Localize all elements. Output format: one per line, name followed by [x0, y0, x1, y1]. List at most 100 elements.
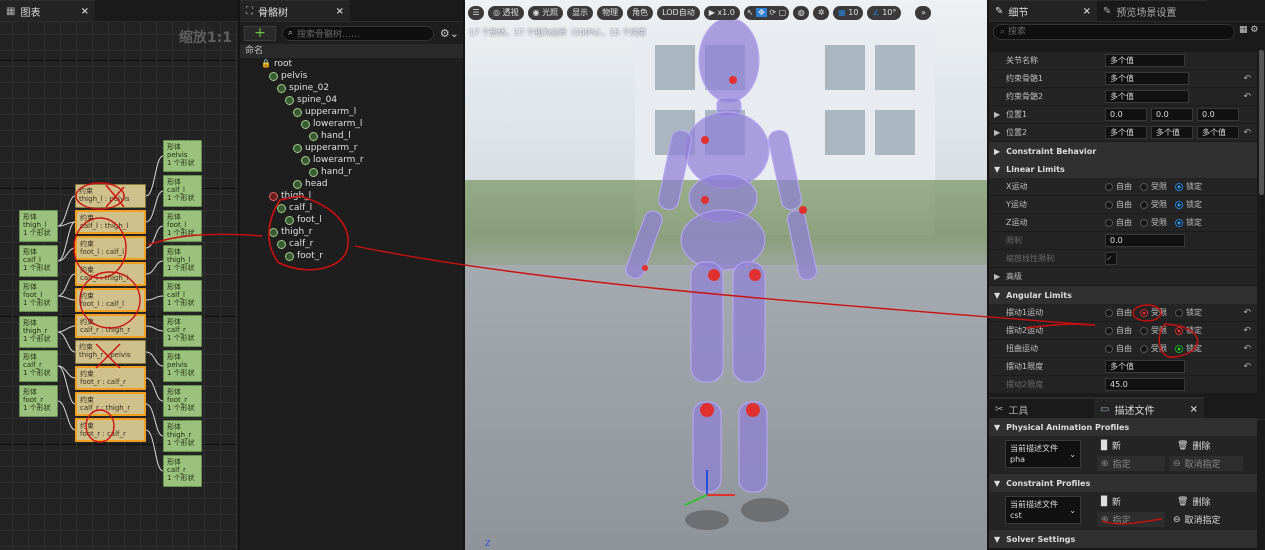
play-speed-button[interactable]: ▶ x1.0 [703, 6, 740, 20]
snap-surface-icon[interactable]: ✲ [813, 6, 830, 20]
new-phys-button[interactable]: ▉ 新 [1101, 438, 1121, 453]
radio-option[interactable]: 受限 [1140, 181, 1167, 192]
phys-profile-dropdown[interactable]: 当前描述文件 pha ⌄ [1005, 440, 1081, 468]
section-linear-limits[interactable]: ▼ Linear Limits [989, 160, 1257, 178]
section-physical-animation-profiles[interactable]: ▼ Physical Animation Profiles [989, 418, 1257, 436]
close-icon[interactable]: × [1083, 6, 1091, 17]
assign-phys-button[interactable]: ⊕ 指定 [1097, 456, 1165, 471]
body-node[interactable]: 形体 calf_l 1 个形状 [163, 175, 202, 207]
reset-icon[interactable]: ↶ [1243, 92, 1251, 102]
viewport-menu-icon[interactable]: ☰ [468, 6, 484, 20]
character-mannequin[interactable] [465, 0, 987, 550]
body-node[interactable]: 形体 calf_l 1 个形状 [163, 280, 202, 312]
pos2-y[interactable]: 多个值 [1151, 126, 1193, 139]
bone1-field[interactable]: 多个值 [1105, 72, 1189, 85]
pos1-x[interactable]: 0.0 [1105, 108, 1147, 121]
body-node[interactable]: 形体 pelvis 1 个形状 [163, 350, 202, 382]
section-angular-limits[interactable]: ▼ Angular Limits [989, 286, 1257, 304]
row-advanced[interactable]: ▶ 高级 [989, 268, 1257, 286]
radio-option[interactable]: 锁定 [1175, 181, 1202, 192]
radio-option[interactable]: 锁定 [1175, 199, 1202, 210]
constraint-node[interactable]: 约束 foot_r : calf_r [75, 366, 146, 390]
radio-option[interactable]: 锁定 [1175, 325, 1202, 336]
close-icon[interactable]: × [1190, 404, 1198, 415]
radio-option[interactable]: 自由 [1105, 343, 1132, 354]
radio-option[interactable]: 自由 [1105, 217, 1132, 228]
reset-icon[interactable]: ↶ [1243, 308, 1251, 318]
rotation-snap-button[interactable]: ∠ 10° [867, 6, 902, 20]
radio-option[interactable]: 受限 [1140, 343, 1167, 354]
reset-icon[interactable]: ↶ [1243, 326, 1251, 336]
details-scrollbar[interactable] [1259, 50, 1264, 195]
body-node[interactable]: 形体 foot_r 1 个形状 [163, 385, 202, 417]
section-constraint-profiles[interactable]: ▼ Constraint Profiles [989, 474, 1257, 492]
section-solver-settings[interactable]: ▼ Solver Settings [989, 530, 1257, 548]
pos2-x[interactable]: 多个值 [1105, 126, 1147, 139]
radio-option[interactable]: 自由 [1105, 307, 1132, 318]
unassign-phys-button[interactable]: ⊖ 取消指定 [1169, 456, 1243, 471]
body-node[interactable]: 形体 foot_l 1 个形状 [163, 210, 202, 242]
cons-profile-dropdown[interactable]: 当前描述文件 cst ⌄ [1005, 496, 1081, 524]
bone2-field[interactable]: 多个值 [1105, 90, 1189, 103]
body-node[interactable]: 形体 calf_r 1 个形状 [163, 315, 202, 347]
new-cons-button[interactable]: ▉ 新 [1101, 494, 1121, 509]
lod-button[interactable]: LOD自动 [657, 6, 700, 20]
radio-option[interactable]: 受限 [1140, 307, 1167, 318]
viewport-panel[interactable]: ☰ ◎ 透视 ◉ 光照 显示 物理 角色 LOD自动 ▶ x1.0 ↖ ✥ ⟳ … [465, 0, 987, 550]
constraint-node[interactable]: 约束 calf_r : thigh_r [75, 392, 146, 416]
details-search-input[interactable]: ⌕ 搜索 [993, 24, 1235, 40]
body-node[interactable]: 形体 thigh_l 1 个形状 [163, 245, 202, 277]
expand-arrow-icon[interactable]: ▶ [994, 128, 1000, 137]
constraint-node[interactable]: 约束 foot_r : calf_r [75, 418, 146, 442]
body-node[interactable]: 形体 thigh_l 1 个形状 [19, 210, 58, 242]
constraint-node[interactable]: 约束 calf_l : thigh_l [75, 262, 146, 286]
body-node[interactable]: 形体 calf_r 1 个形状 [19, 350, 58, 382]
constraint-node[interactable]: 约束 calf_l : thigh_l [75, 210, 146, 234]
radio-option[interactable]: 受限 [1140, 199, 1167, 210]
tab-profiles[interactable]: ▭ 描述文件 × [1094, 397, 1204, 419]
swing1-limit-field[interactable]: 多个值 [1105, 360, 1185, 373]
constraint-node[interactable]: 约束 foot_l : calf_l [75, 236, 146, 260]
section-constraint-behavior[interactable]: ▶ Constraint Behavior [989, 142, 1257, 160]
physics-button[interactable]: 物理 [597, 6, 624, 20]
unassign-cons-button[interactable]: ⊖ 取消指定 [1169, 512, 1243, 527]
tab-details[interactable]: ✎ 细节 × [989, 0, 1097, 21]
show-button[interactable]: 显示 [567, 6, 594, 20]
body-node[interactable]: 形体 calf_l 1 个形状 [19, 245, 58, 277]
table-view-icon[interactable]: ▦ ⚙ [1239, 25, 1258, 35]
joint-name-field[interactable]: 多个值 [1105, 54, 1185, 67]
delete-cons-button[interactable]: 🗑 删除 [1177, 494, 1210, 509]
tab-preview-scene[interactable]: ✎ 预览场景设置 [1097, 0, 1207, 21]
reset-icon[interactable]: ↶ [1243, 344, 1251, 354]
constraint-node[interactable]: 约束 thigh_l : pelvis [75, 184, 146, 208]
radio-option[interactable]: 锁定 [1175, 307, 1202, 318]
body-node[interactable]: 形体 pelvis 1 个形状 [163, 140, 202, 172]
radio-option[interactable]: 受限 [1140, 217, 1167, 228]
pos2-z[interactable]: 多个值 [1197, 126, 1239, 139]
constraint-node[interactable]: 约束 thigh_r : pelvis [75, 340, 146, 364]
expand-arrow-icon[interactable]: ▶ [994, 110, 1000, 119]
radio-option[interactable]: 自由 [1105, 325, 1132, 336]
radio-option[interactable]: 锁定 [1175, 217, 1202, 228]
radio-option[interactable]: 自由 [1105, 199, 1132, 210]
character-button[interactable]: 角色 [627, 6, 654, 20]
body-node[interactable]: 形体 foot_r 1 个形状 [19, 385, 58, 417]
constraint-node[interactable]: 约束 foot_l : calf_l [75, 288, 146, 312]
lighting-button[interactable]: ◉ 光照 [527, 6, 564, 20]
tab-tools[interactable]: ✂ 工具 [989, 397, 1094, 419]
body-node[interactable]: 形体 thigh_r 1 个形状 [19, 316, 58, 348]
pos1-z[interactable]: 0.0 [1197, 108, 1239, 121]
radio-option[interactable]: 自由 [1105, 181, 1132, 192]
body-node[interactable]: 形体 foot_l 1 个形状 [19, 280, 58, 312]
grid-snap-button[interactable]: ▦ 10 [833, 6, 864, 20]
delete-phys-button[interactable]: 🗑 删除 [1177, 438, 1210, 453]
reset-icon[interactable]: ↶ [1243, 362, 1251, 372]
maximize-icon[interactable]: » [915, 6, 932, 20]
transform-tools[interactable]: ↖ ✥ ⟳ ▢ [743, 6, 790, 20]
assign-cons-button[interactable]: ⊕ 指定 [1097, 512, 1165, 527]
reset-icon[interactable]: ↶ [1243, 128, 1251, 138]
body-node[interactable]: 形体 thigh_r 1 个形状 [163, 420, 202, 452]
world-space-icon[interactable]: ◍ [793, 6, 810, 20]
body-node[interactable]: 形体 calf_r 1 个形状 [163, 455, 202, 487]
radio-option[interactable]: 受限 [1140, 325, 1167, 336]
